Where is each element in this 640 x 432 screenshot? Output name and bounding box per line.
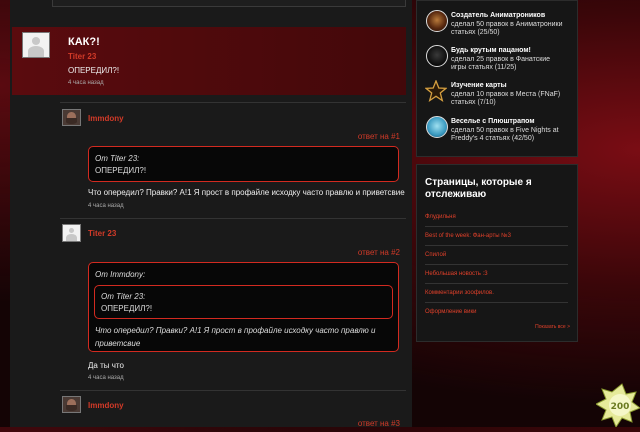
badge-desc: сделал 25 правок в Фанатские [451,56,551,63]
reply-text: Да ты что [88,361,124,370]
badge-title: Создатель Аниматроников [451,12,546,19]
followed-page-link[interactable]: Небольшая новость :3 [425,271,488,277]
badge-desc: сделал 10 правок в Места (FNaF) [451,91,561,98]
divider [425,302,568,303]
badge-title: Веселье с Плюштрапом [451,118,535,125]
reply-author-link[interactable]: Immdony [88,114,124,123]
avatar[interactable] [62,224,81,242]
badge-title: Изучение карты [451,82,507,89]
cool-guy-icon[interactable] [426,45,448,67]
divider [425,226,568,227]
badge-desc: Freddy's 4 статьях (42/50) [451,135,535,142]
quote-text: Что опередил? Правки? А!1 Я прост в проф… [95,326,376,335]
badge-title: Будь крутым пацаном! [451,47,531,54]
comment-divider [60,102,406,103]
comment-title: КАК?! [68,36,100,48]
show-all-link[interactable]: Показать все > [520,324,570,330]
avatar[interactable] [62,109,81,126]
followed-page-link[interactable]: Комментарии зоофилов. [425,290,494,296]
avatar[interactable] [22,32,50,58]
quote-header: От Immdony: [95,270,146,279]
plushtrap-icon[interactable] [426,116,448,138]
followed-page-link[interactable]: Флудильня [425,214,456,220]
animatronic-icon[interactable] [426,10,448,32]
comment-timestamp[interactable]: 4 часа назад [68,80,104,86]
divider [425,245,568,246]
divider [425,283,568,284]
quote-text: ОПЕРЕДИЛ?! [95,166,147,175]
reply-to-link[interactable]: ответ на #1 [300,132,400,141]
star-map-icon[interactable] [424,79,448,102]
comment-author-link[interactable]: Titer 23 [68,52,96,61]
followed-page-link[interactable]: Спилой [425,252,446,258]
reply-author-link[interactable]: Titer 23 [88,229,116,238]
mascot-badge-icon[interactable]: 200 [594,382,640,429]
comment-divider [60,218,406,219]
badge-desc: сделал 50 правок в Аниматроники [451,21,563,28]
avatar[interactable] [62,396,81,413]
followed-pages-title: Страницы, которые я отслеживаю [425,177,532,200]
badge-desc: сделал 50 правок в Five Nights at [451,127,559,134]
reply-text: Что опередил? Правки? А!1 Я прост в проф… [88,188,405,197]
reply-author-link[interactable]: Immdony [88,401,124,410]
followed-page-link[interactable]: Best of the week: Фан-арты №3 [425,233,511,239]
reply-timestamp[interactable]: 4 часа назад [88,203,124,209]
divider [425,264,568,265]
svg-text:200: 200 [611,402,630,412]
badge-desc: статьях (25/50) [451,29,500,36]
reply-timestamp[interactable]: 4 часа назад [88,375,124,381]
previous-comment-box [52,0,406,7]
followed-page-link[interactable]: Оформление вики [425,309,476,315]
quote-text-continuation: приветсвие [95,339,141,348]
nested-quote-text: ОПЕРЕДИЛ?! [101,304,153,313]
badge-desc: игры статьях (11/25) [451,64,517,71]
comment-divider [60,390,406,391]
badge-desc: статьях (7/10) [451,99,496,106]
comment-text: ОПЕРЕДИЛ?! [68,66,120,75]
reply-to-link[interactable]: ответ на #2 [300,248,400,257]
